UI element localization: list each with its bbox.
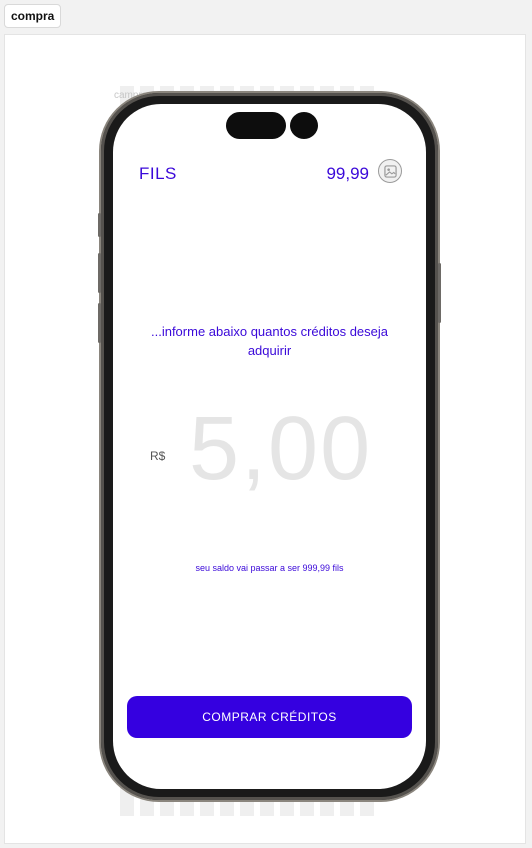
page-tab[interactable]: compra xyxy=(4,4,62,28)
phone-side-button xyxy=(98,213,101,237)
phone-side-button xyxy=(98,253,101,293)
dynamic-island xyxy=(226,112,286,139)
phone-side-button xyxy=(438,263,441,323)
phone-screen: FILS 99,99 ...informe abaixo quantos cré… xyxy=(113,104,426,789)
buy-credits-button[interactable]: COMPRAR CRÉDITOS xyxy=(127,696,412,738)
phone-side-button xyxy=(98,303,101,343)
front-camera xyxy=(290,112,318,139)
balance-value: 99,99 xyxy=(326,164,369,183)
new-balance-text: seu saldo vai passar a ser 999,99 fils xyxy=(195,563,344,573)
phone-mockup: FILS 99,99 ...informe abaixo quantos cré… xyxy=(98,93,441,800)
brand-title: FILS xyxy=(139,164,177,183)
currency-label: R$ xyxy=(150,449,166,463)
amount-input[interactable]: 5,00 xyxy=(189,399,372,499)
image-placeholder-icon[interactable] xyxy=(378,159,402,183)
instruction-text: ...informe abaixo quantos créditos desej… xyxy=(150,324,389,358)
image-glyph xyxy=(383,164,397,178)
